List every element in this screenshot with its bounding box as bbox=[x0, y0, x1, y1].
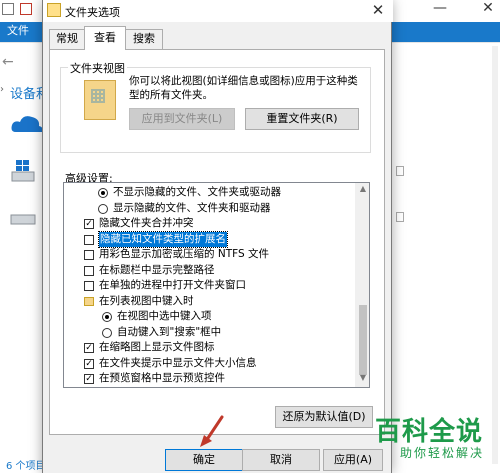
radio-button[interactable] bbox=[98, 188, 108, 198]
setting-label: 隐藏文件夹合并冲突 bbox=[99, 217, 194, 229]
checkbox[interactable]: ✓ bbox=[84, 219, 94, 229]
checkbox[interactable] bbox=[84, 234, 94, 245]
restore-defaults-button[interactable]: 还原为默认值(D) bbox=[275, 406, 373, 428]
folder-views-label: 文件夹视图 bbox=[68, 60, 127, 76]
pointer-arrow-icon bbox=[200, 415, 224, 447]
watermark-slogan: 助你轻松解决 bbox=[400, 446, 485, 460]
setting-row[interactable]: 用彩色显示加密或压缩的 NTFS 文件 bbox=[64, 247, 310, 263]
setting-label: 自动键入到"搜索"框中 bbox=[117, 325, 222, 338]
explorer-scrollbar[interactable] bbox=[492, 46, 498, 464]
setting-row[interactable]: 在单独的进程中打开文件夹窗口 bbox=[64, 278, 310, 294]
tab-view[interactable]: 查看 bbox=[84, 26, 126, 50]
folder-options-icon bbox=[47, 3, 61, 17]
setting-label: 不显示隐藏的文件、文件夹或驱动器 bbox=[113, 186, 281, 198]
status-item-count: 6 个项目 bbox=[6, 461, 46, 472]
setting-row[interactable]: 隐藏已知文件类型的扩展名 bbox=[64, 230, 310, 248]
advanced-settings-list: 不显示隐藏的文件、文件夹或驱动器 显示隐藏的文件、文件夹和驱动器 ✓ 隐藏文件夹合并冲… bbox=[63, 182, 370, 388]
setting-label: 在视图中选中键入项 bbox=[117, 310, 212, 322]
setting-row[interactable]: ✓ 在文件夹提示中显示文件大小信息 bbox=[64, 356, 310, 372]
checkbox[interactable]: ✓ bbox=[84, 343, 94, 353]
ok-button[interactable]: 确定 bbox=[165, 449, 243, 471]
collapse-chevron-icon[interactable]: › bbox=[0, 84, 4, 95]
scroll-thumb[interactable] bbox=[359, 305, 367, 375]
dialog-close-icon[interactable]: ✕ bbox=[368, 1, 388, 21]
watermark-logo-text: 百科全说 bbox=[375, 417, 484, 447]
folder-view-icon bbox=[84, 80, 116, 120]
dialog-title: 文件夹选项 bbox=[65, 6, 120, 19]
setting-label: 在单独的进程中打开文件夹窗口 bbox=[99, 279, 246, 291]
setting-row[interactable]: 在视图中选中键入项 bbox=[64, 309, 310, 325]
setting-row[interactable]: 在标题栏中显示完整路径 bbox=[64, 263, 310, 279]
file-menu[interactable]: 文件 bbox=[0, 22, 40, 40]
setting-row[interactable]: 自动键入到"搜索"框中 bbox=[64, 325, 310, 341]
folder-icon bbox=[84, 296, 94, 306]
quick-access-icon[interactable] bbox=[2, 3, 14, 15]
background-element bbox=[396, 166, 404, 176]
tab-general[interactable]: 常规 bbox=[49, 29, 85, 49]
checkbox[interactable]: ✓ bbox=[84, 358, 94, 369]
drive-icon[interactable] bbox=[10, 212, 36, 226]
checkbox[interactable] bbox=[84, 265, 94, 276]
setting-row[interactable]: 显示隐藏的文件、文件夹和驱动器 bbox=[64, 201, 310, 217]
onedrive-icon[interactable] bbox=[10, 112, 44, 136]
minimize-icon[interactable]: — bbox=[430, 0, 450, 20]
properties-icon[interactable] bbox=[20, 3, 32, 15]
checkbox[interactable]: ✓ bbox=[84, 374, 94, 384]
tab-search[interactable]: 搜索 bbox=[125, 29, 163, 49]
setting-row[interactable]: ✓ 在缩略图上显示文件图标 bbox=[64, 340, 310, 356]
setting-label: 在列表视图中键入时 bbox=[99, 294, 194, 307]
apply-to-folders-button[interactable]: 应用到文件夹(L) bbox=[129, 108, 235, 130]
apply-button[interactable]: 应用(A) bbox=[323, 449, 383, 471]
scroll-up-icon[interactable]: ▲ bbox=[355, 184, 369, 198]
setting-label: 在标题栏中显示完整路径 bbox=[99, 263, 215, 276]
setting-row[interactable]: ✓ 在预览窗格中显示预览控件 bbox=[64, 371, 310, 387]
setting-label: 用彩色显示加密或压缩的 NTFS 文件 bbox=[99, 248, 269, 260]
radio-button[interactable] bbox=[98, 203, 108, 214]
folder-options-dialog: 文件夹选项 ✕ 常规 查看 搜索 文件夹视图 你可以将此视图(如详细信息或图标)… bbox=[42, 0, 393, 473]
background-element bbox=[396, 212, 404, 222]
cancel-button[interactable]: 取消 bbox=[242, 449, 320, 471]
setting-label-selected: 隐藏已知文件类型的扩展名 bbox=[98, 230, 228, 248]
setting-row[interactable]: 不显示隐藏的文件、文件夹或驱动器 bbox=[64, 185, 310, 201]
setting-label: 在预览窗格中显示预览控件 bbox=[99, 372, 225, 384]
close-icon[interactable]: ✕ bbox=[478, 0, 498, 20]
radio-button[interactable] bbox=[102, 327, 112, 338]
setting-label: 显示隐藏的文件、文件夹和驱动器 bbox=[113, 201, 271, 214]
setting-row[interactable]: 在列表视图中键入时 bbox=[64, 294, 310, 310]
windows-drive-icon[interactable] bbox=[10, 158, 36, 184]
folder-views-description: 你可以将此视图(如详细信息或图标)应用于这种类型的所有文件夹。 bbox=[129, 75, 358, 101]
checkbox[interactable] bbox=[84, 250, 94, 260]
back-arrow-icon[interactable]: ← bbox=[2, 54, 14, 70]
scroll-down-icon[interactable]: ▼ bbox=[355, 373, 369, 387]
radio-button[interactable] bbox=[102, 312, 112, 322]
setting-label: 在缩略图上显示文件图标 bbox=[99, 341, 215, 353]
setting-row[interactable]: ✓ 隐藏文件夹合并冲突 bbox=[64, 216, 310, 232]
reset-folders-button[interactable]: 重置文件夹(R) bbox=[245, 108, 359, 130]
checkbox[interactable] bbox=[84, 281, 94, 291]
setting-label: 在文件夹提示中显示文件大小信息 bbox=[99, 356, 257, 369]
